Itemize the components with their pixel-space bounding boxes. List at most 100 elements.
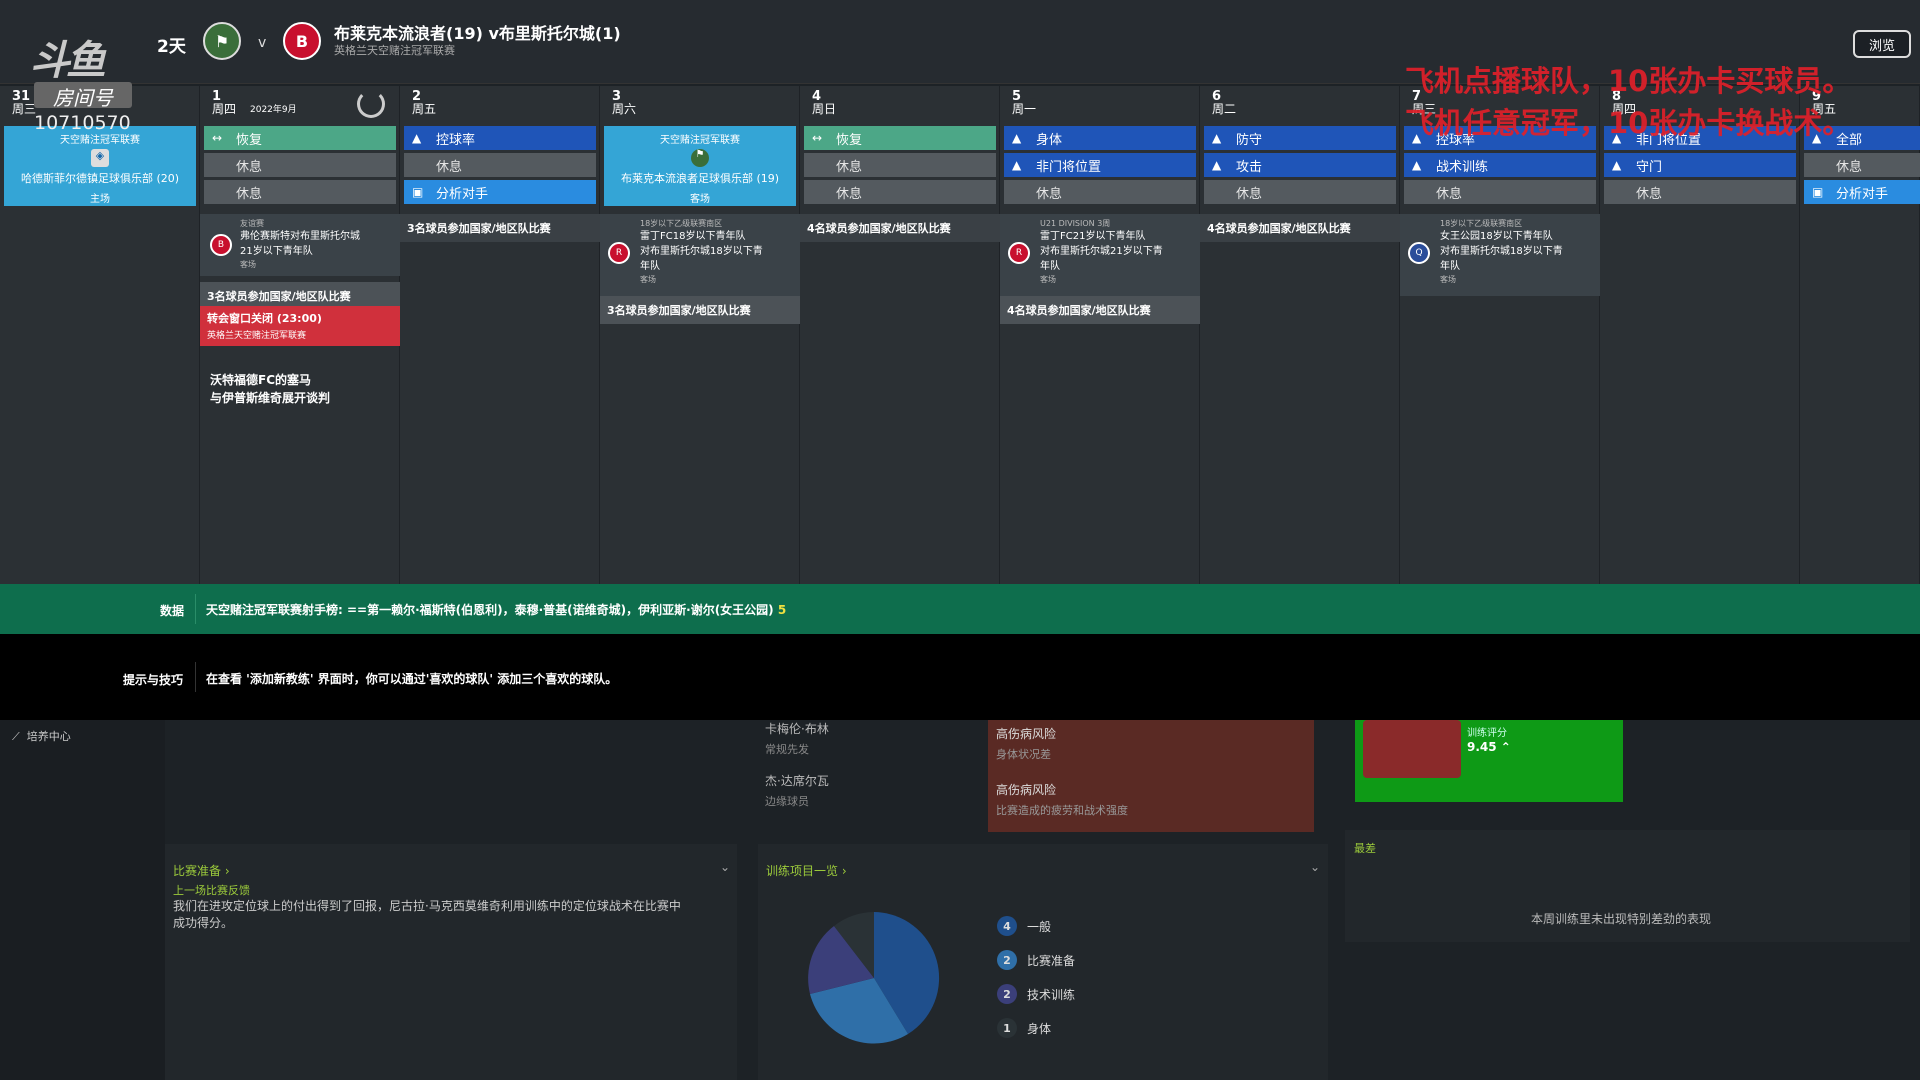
player-icon: ▲ <box>1612 158 1622 172</box>
slot-rest[interactable]: 休息 <box>1804 153 1920 177</box>
player-photo <box>1363 720 1461 778</box>
day-column-3[interactable]: 3 周六 天空赌注冠军联赛 ⚑ 布莱克本流浪者足球俱乐部 (19) 客场 R 18… <box>600 86 800 584</box>
player-role: 边缘球员 <box>765 795 809 808</box>
day-column-31[interactable]: 31 周三 天空赌注冠军联赛 ◈ 哈德斯菲尔德镇足球俱乐部 (20) 主场 <box>0 86 200 584</box>
days-until-match: 2天 <box>157 37 186 57</box>
event-u21[interactable]: R U21 DIVISION 3周 雷丁FC21岁以下青年队 对布里斯托尔城21… <box>1000 214 1200 296</box>
chevron-up-icon: ⌃ <box>1500 740 1511 754</box>
day-column-6[interactable]: 6 周二 ▲ 防守 ▲ 攻击 休息 4名球员参加国家/地区队比赛 <box>1200 86 1400 584</box>
player-icon: ▲ <box>1412 158 1422 172</box>
legend-item: 2 比赛准备 <box>997 950 1075 970</box>
player-name: 卡梅伦·布林 <box>765 722 829 736</box>
club-crest-icon: Q <box>1408 242 1430 264</box>
day-column-9[interactable]: 9 周五 ▲ 全部 休息 ▣ 分析对手 <box>1800 86 1920 584</box>
divider <box>195 594 196 624</box>
event-friendly[interactable]: B 友谊赛 弗伦赛斯特对布里斯托尔城 21岁以下青年队 客场 <box>200 214 400 276</box>
match-title[interactable]: 布莱克本流浪者(19) v布里斯托尔城(1) <box>334 20 621 44</box>
event-transfer-deadline[interactable]: 转会窗口关闭 (23:00) 英格兰天空赌注冠军联赛 <box>200 306 400 346</box>
event-intl[interactable]: 4名球员参加国家/地区队比赛 <box>1200 214 1400 242</box>
bristol-crest-icon: B <box>283 22 321 60</box>
slot-rest[interactable]: 休息 <box>204 153 396 177</box>
day-column-7[interactable]: 7 周三 ▲ 控球率 ▲ 战术训练 休息 Q 18岁以下乙级联赛南区 女王公园18岁以… <box>1400 86 1600 584</box>
slot-rest[interactable]: 休息 <box>404 153 596 177</box>
stream-overlay-text: 飞机点播球队，10张办卡买球员。 飞机任意冠军，10张办卡换战术。 <box>1405 60 1920 144</box>
event-u18[interactable]: R 18岁以下乙级联赛南区 雷丁FC18岁以下青年队 对布里斯托尔城18岁以下青… <box>600 214 800 296</box>
slot-rest[interactable]: 休息 <box>804 153 996 177</box>
slot-possession[interactable]: ▲ 控球率 <box>404 126 596 150</box>
event-intl[interactable]: 4名球员参加国家/地区队比赛 <box>800 214 1000 242</box>
rating-value: 9.45 ⌃ <box>1467 740 1511 754</box>
player-icon: ▲ <box>412 131 422 145</box>
blackburn-crest-icon: ⚑ <box>691 149 709 167</box>
prep-text: 我们在进攻定位球上的付出得到了回报，尼古拉·马克西莫维奇利用训练中的定位球战术在… <box>173 899 681 930</box>
player-icon: ▲ <box>1012 158 1022 172</box>
slot-outfield[interactable]: ▲ 非门将位置 <box>1004 153 1196 177</box>
player-row[interactable]: 杰·达席尔瓦 边缘球员 <box>765 772 829 809</box>
chevron-down-icon[interactable]: ⌄ <box>720 860 730 874</box>
slot-analyse-opponent[interactable]: ▣ 分析对手 <box>1804 180 1920 204</box>
match-card-blackburn[interactable]: 天空赌注冠军联赛 ⚑ 布莱克本流浪者足球俱乐部 (19) 客场 <box>604 126 796 206</box>
slot-defending[interactable]: ▲ 防守 <box>1204 126 1396 150</box>
news-item[interactable]: 沃特福德FC的塞马 与伊普斯维奇展开谈判 <box>210 371 330 407</box>
rating-card[interactable]: 训练评分 9.45 ⌃ <box>1355 720 1623 802</box>
slot-tactical[interactable]: ▲ 战术训练 <box>1404 153 1596 177</box>
prep-subheader: 上一场比赛反馈 <box>173 884 250 897</box>
slot-recovery[interactable]: ↔ 恢复 <box>804 126 996 150</box>
chevron-down-icon[interactable]: ⌄ <box>1310 860 1320 874</box>
day-column-4[interactable]: 4 周日 ↔ 恢复 休息 休息 4名球员参加国家/地区队比赛 <box>800 86 1000 584</box>
slot-physical[interactable]: ▲ 身体 <box>1004 126 1196 150</box>
club-crest-icon: B <box>210 234 232 256</box>
match-card-huddersfield[interactable]: 天空赌注冠军联赛 ◈ 哈德斯菲尔德镇足球俱乐部 (20) 主场 <box>4 126 196 206</box>
event-intl[interactable]: 4名球员参加国家/地区队比赛 <box>1000 296 1200 324</box>
slot-attacking[interactable]: ▲ 攻击 <box>1204 153 1396 177</box>
match-venue: 客场 <box>690 194 710 205</box>
event-intl[interactable]: 3名球员参加国家/地区队比赛 <box>600 296 800 324</box>
slot-recovery[interactable]: ↔ 恢复 <box>204 126 396 150</box>
day-column-2[interactable]: 2 周五 ▲ 控球率 休息 ▣ 分析对手 3名球员参加国家/地区队比赛 <box>400 86 600 584</box>
slot-rest[interactable]: 休息 <box>1404 180 1596 204</box>
day-column-5[interactable]: 5 周一 ▲ 身体 ▲ 非门将位置 休息 R U21 DIVISION 3周 雷丁FC… <box>1000 86 1200 584</box>
slot-rest[interactable]: 休息 <box>204 180 396 204</box>
training-overview: ⟋ 培养中心 卡梅伦·布林 常规先发 高伤病风险 身体状况差 杰·达席尔瓦 边缘球… <box>0 720 1920 1080</box>
day-weekday: 周三 <box>12 102 37 116</box>
worst-text: 本周训练里未出现特别差劲的表现 <box>1531 912 1712 926</box>
day-column-8[interactable]: 8 周四 ▲ 非门将位置 ▲ 守门 休息 <box>1600 86 1800 584</box>
day-column-1[interactable]: 1 周四 2022年9月 ↔ 恢复 休息 休息 B 友谊赛 弗伦赛斯特对布里斯托尔城… <box>200 86 400 584</box>
data-label: 数据 <box>160 604 185 618</box>
legend-item: 1 身体 <box>997 1018 1051 1038</box>
data-text[interactable]: 天空赌注冠军联赛射手榜: ==第一赖尔·福斯特(伯恩利)，泰穆·普基(诺维奇城)… <box>206 601 786 618</box>
data-ticker: 数据 天空赌注冠军联赛射手榜: ==第一赖尔·福斯特(伯恩利)，泰穆·普基(诺维… <box>0 584 1920 634</box>
overlay-line-1: 飞机点播球队，10张办卡买球员。 <box>1405 64 1852 98</box>
slot-rest[interactable]: 休息 <box>1204 180 1396 204</box>
tips-label: 提示与技巧 <box>123 673 184 687</box>
slot-rest[interactable]: 休息 <box>1604 180 1796 204</box>
slot-rest[interactable]: 休息 <box>1004 180 1196 204</box>
prep-header[interactable]: 比赛准备 › <box>173 862 230 879</box>
slot-rest[interactable]: 休息 <box>804 180 996 204</box>
event-intl[interactable]: 3名球员参加国家/地区队比赛 <box>400 214 600 242</box>
sidebar: ⟋ 培养中心 <box>0 720 165 1080</box>
day-weekday: 周六 <box>612 102 637 116</box>
tips-text: 在查看 '添加新教练' 界面时，你可以通过'喜欢的球队' 添加三个喜欢的球队。 <box>206 672 618 686</box>
match-prep-panel: 比赛准备 › ⌄ 上一场比赛反馈 我们在进攻定位球上的付出得到了回报，尼古拉·马… <box>165 844 737 1080</box>
recovery-icon: ↔ <box>212 131 223 145</box>
worst-performers-panel: 最差 本周训练里未出现特别差劲的表现 <box>1345 830 1910 942</box>
injury-risk-badge: 高伤病风险 比赛造成的疲劳和战术强度 <box>988 776 1314 832</box>
blackburn-crest-icon: ⚑ <box>203 22 241 60</box>
slot-goalkeeping[interactable]: ▲ 守门 <box>1604 153 1796 177</box>
match-competition: 天空赌注冠军联赛 <box>660 135 740 146</box>
injury-risk-badge: 高伤病风险 身体状况差 <box>988 720 1314 776</box>
room-number: 10710570 <box>34 112 131 134</box>
slot-analyse-opponent[interactable]: ▣ 分析对手 <box>404 180 596 204</box>
day-weekday: 周一 <box>1012 102 1037 116</box>
browse-button[interactable]: 浏览 <box>1853 30 1911 58</box>
match-opponent: 哈德斯菲尔德镇足球俱乐部 (20) <box>20 172 180 185</box>
legend-item: 4 一般 <box>997 916 1051 936</box>
day-weekday: 周五 <box>412 102 437 116</box>
event-u18[interactable]: Q 18岁以下乙级联赛南区 女王公园18岁以下青年队 对布里斯托尔城18岁以下青… <box>1400 214 1600 296</box>
training-header[interactable]: 训练项目一览 › <box>766 862 847 879</box>
sidebar-item-development[interactable]: ⟋ 培养中心 <box>12 728 71 744</box>
player-icon: ▲ <box>1212 131 1222 145</box>
club-crest-icon: R <box>608 242 630 264</box>
player-row[interactable]: 卡梅伦·布林 常规先发 <box>765 720 829 757</box>
